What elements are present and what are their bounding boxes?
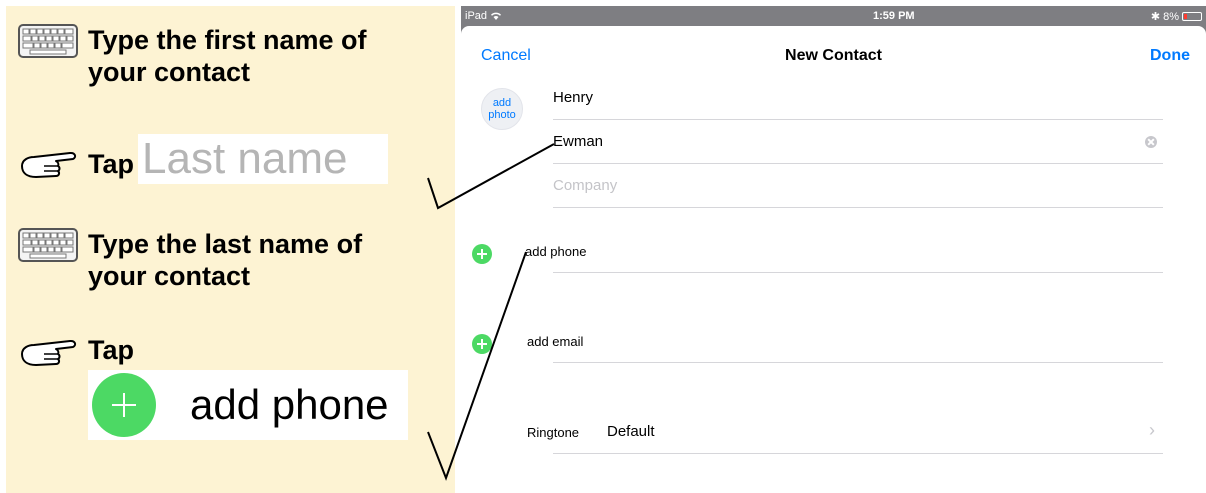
wifi-icon — [491, 12, 502, 20]
add-photo-button[interactable]: add photo — [481, 88, 523, 130]
ipad-screen: iPad 1:59 PM ✱ 8% New Contact Cancel Don… — [461, 6, 1206, 493]
instruction-step-1: Type the first name of your contact — [18, 24, 418, 88]
battery-icon — [1182, 12, 1202, 21]
chevron-right-icon[interactable]: › — [1149, 420, 1155, 441]
add-email-divider — [553, 362, 1163, 363]
bluetooth-icon: ✱ — [1150, 11, 1161, 23]
add-photo-line1: add — [492, 97, 512, 109]
status-right: ✱ 8% — [1151, 10, 1202, 23]
ringtone-label: Ringtone — [527, 425, 580, 440]
add-phone-divider — [553, 272, 1163, 273]
plus-circle-icon — [92, 373, 156, 437]
last-name-value: Ewman — [553, 133, 604, 150]
add-photo-line2: photo — [488, 109, 516, 121]
keyboard-icon — [18, 228, 88, 262]
first-name-field[interactable]: Henry — [553, 76, 1163, 120]
first-name-value: Henry — [553, 89, 594, 106]
add-phone-button[interactable]: add phone — [525, 244, 586, 259]
nav-title: New Contact — [785, 47, 882, 64]
status-time: 1:59 PM — [873, 10, 915, 22]
done-button[interactable]: Done — [1150, 47, 1190, 65]
battery-percent: 8% — [1163, 10, 1179, 23]
status-device: iPad — [465, 10, 502, 22]
ringtone-value[interactable]: Default — [607, 423, 655, 440]
add-phone-preview-label: add phone — [190, 381, 389, 428]
pointing-hand-icon — [18, 332, 82, 372]
company-placeholder: Company — [553, 177, 618, 194]
last-name-field-preview: Last name — [138, 134, 388, 184]
step-3-text: Type the last name of your contact — [88, 229, 363, 291]
add-email-button[interactable]: add email — [527, 334, 583, 349]
pointing-hand-icon — [18, 144, 82, 184]
company-field[interactable]: Company — [553, 164, 1163, 208]
last-name-field[interactable]: Ewman — [553, 120, 1163, 164]
add-email-plus-icon[interactable] — [472, 334, 492, 354]
cancel-button[interactable]: Cancel — [481, 47, 531, 65]
instruction-step-2: Tap Last name — [18, 134, 388, 184]
sheet-top-edge — [461, 26, 1206, 34]
ringtone-divider — [553, 453, 1163, 454]
add-phone-plus-icon[interactable] — [472, 244, 492, 264]
step-1-text: Type the first name of your contact — [88, 25, 367, 87]
clear-text-icon[interactable] — [1145, 136, 1157, 148]
add-phone-preview: add phone — [88, 370, 408, 440]
instruction-step-4: Tap — [18, 332, 134, 372]
status-bar: iPad 1:59 PM ✱ 8% — [461, 6, 1206, 26]
step-2-tap-text: Tap — [88, 149, 134, 179]
keyboard-icon — [18, 24, 88, 58]
instruction-step-3: Type the last name of your contact — [18, 228, 418, 292]
step-4-tap-text: Tap — [88, 334, 134, 365]
